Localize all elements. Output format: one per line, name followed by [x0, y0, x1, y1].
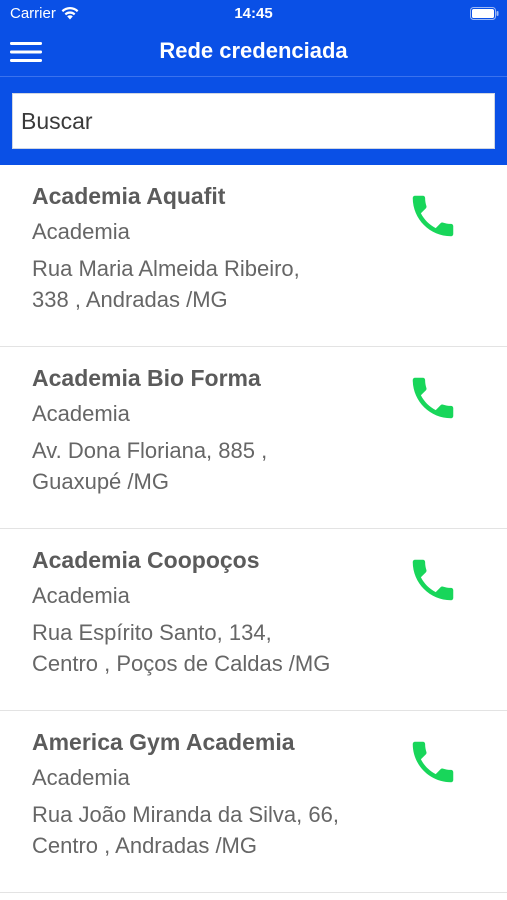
header: Carrier 14:45 Rede credenciada	[0, 0, 507, 165]
provider-category: Academia	[32, 401, 130, 426]
status-bar: Carrier 14:45	[0, 0, 507, 28]
list-item[interactable]: Academia Bio Forma Academia Av. Dona Flo…	[0, 347, 507, 529]
address-line: Centro , Andradas /MG	[32, 833, 257, 858]
address-line: 338 , Andradas /MG	[32, 287, 228, 312]
phone-icon[interactable]	[406, 553, 460, 607]
status-time: 14:45	[234, 5, 273, 22]
provider-address: Rua Maria Almeida Ribeiro, 338 , Andrada…	[32, 253, 392, 315]
provider-name: Academia Bio Forma	[32, 365, 261, 391]
provider-category: Academia	[32, 219, 130, 244]
address-line: Centro , Poços de Caldas /MG	[32, 651, 331, 676]
phone-icon[interactable]	[406, 371, 460, 425]
list-item[interactable]: Academia Coopoços Academia Rua Espírito …	[0, 529, 507, 711]
provider-name: America Gym Academia	[32, 729, 295, 755]
address-line: Rua Espírito Santo, 134,	[32, 620, 272, 645]
provider-address: Rua João Miranda da Silva, 66, Centro , …	[32, 799, 392, 861]
search-box	[12, 93, 495, 149]
provider-list: Academia Aquafit Academia Rua Maria Alme…	[0, 165, 507, 893]
address-line: Guaxupé /MG	[32, 469, 169, 494]
address-line: Rua João Miranda da Silva, 66,	[32, 802, 339, 827]
provider-address: Rua Espírito Santo, 134, Centro , Poços …	[32, 617, 392, 679]
phone-icon[interactable]	[406, 735, 460, 789]
provider-name: Academia Aquafit	[32, 183, 226, 209]
provider-category: Academia	[32, 583, 130, 608]
list-item[interactable]: Academia Aquafit Academia Rua Maria Alme…	[0, 165, 507, 347]
battery-icon	[470, 7, 499, 20]
provider-address: Av. Dona Floriana, 885 , Guaxupé /MG	[32, 435, 392, 497]
app-screen: Carrier 14:45 Rede credenciada Buscar Ac…	[0, 0, 507, 900]
provider-category: Academia	[32, 765, 130, 790]
provider-name: Academia Coopoços	[32, 547, 260, 573]
page-title: Rede credenciada	[159, 38, 348, 63]
address-line: Av. Dona Floriana, 885 ,	[32, 438, 268, 463]
address-line: Rua Maria Almeida Ribeiro,	[32, 256, 300, 281]
list-item[interactable]: America Gym Academia Academia Rua João M…	[0, 711, 507, 893]
navigation-bar: Rede credenciada	[0, 28, 507, 77]
search-input[interactable]	[13, 94, 494, 148]
phone-icon[interactable]	[406, 189, 460, 243]
